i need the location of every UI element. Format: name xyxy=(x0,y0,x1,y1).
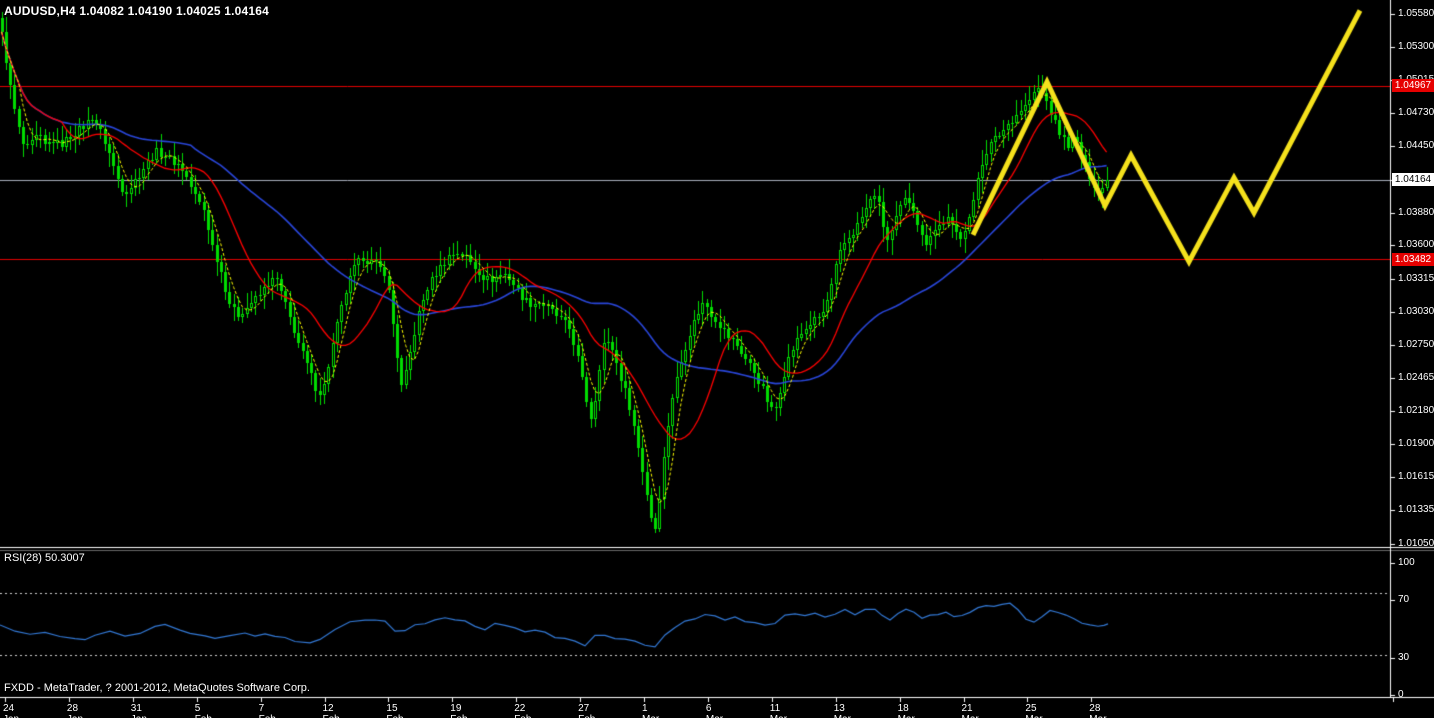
price-tick-label: 1.03030 xyxy=(1398,306,1434,318)
chart-title: AUDUSD,H4 1.04082 1.04190 1.04025 1.0416… xyxy=(4,4,270,18)
time-tick-label: 12 Feb 12:00 xyxy=(322,703,340,718)
price-tag-1.04164: 1.04164 xyxy=(1392,173,1434,186)
price-tick-label: 1.01050 xyxy=(1398,537,1434,549)
time-tick-label: 28 Mar 12:00 xyxy=(1089,703,1106,718)
price-tick-label: 1.04450 xyxy=(1398,140,1434,152)
price-tick-label: 1.05300 xyxy=(1398,40,1434,52)
price-tick-label: 1.02750 xyxy=(1398,338,1434,350)
price-tick-label: 1.05580 xyxy=(1398,8,1434,19)
time-tick-label: 15 Feb 04:00 xyxy=(386,703,403,718)
time-tick-label: 22 Feb 12:00 xyxy=(514,703,531,718)
rsi-tick-label: 30 xyxy=(1398,652,1410,663)
price-tag-1.04967: 1.04967 xyxy=(1392,79,1434,93)
price-tick-label: 1.01900 xyxy=(1398,438,1434,450)
time-tick-label: 28 Jan 20:00 xyxy=(66,703,83,718)
price-tag-1.03482: 1.03482 xyxy=(1392,252,1434,266)
time-tick-label: 18 Mar 12:00 xyxy=(897,703,915,718)
time-tick-label: 25 Mar 20:00 xyxy=(1025,703,1042,718)
time-tick-label: 27 Feb 04:00 xyxy=(578,703,595,718)
rsi-tick-label: 0 xyxy=(1398,689,1404,700)
price-tick-label: 1.02180 xyxy=(1398,405,1434,417)
footer-credit: FXDD - MetaTrader, ? 2001-2012, MetaQuot… xyxy=(4,682,310,694)
time-tick-label: 5 Feb 04:00 xyxy=(194,703,212,718)
price-tick-label: 1.03600 xyxy=(1398,239,1434,251)
time-tick-label: 24 Jan 2013 xyxy=(3,703,19,718)
price-chart-canvas[interactable] xyxy=(0,0,1434,718)
time-tick-label: 21 Mar 04:00 xyxy=(961,703,979,718)
rsi-tick-label: 70 xyxy=(1398,594,1410,605)
time-tick-label: 7 Feb 20:00 xyxy=(258,703,276,718)
price-tick-label: 1.04730 xyxy=(1398,107,1434,119)
time-tick-label: 6 Mar 12:00 xyxy=(705,703,723,718)
time-tick-label: 1 Mar 20:00 xyxy=(642,703,659,718)
price-tick-label: 1.01615 xyxy=(1398,471,1434,483)
price-tick-label: 1.01335 xyxy=(1398,504,1434,516)
price-tick-label: 1.03315 xyxy=(1398,272,1434,284)
mt4-chart-window: AUDUSD,H4 1.04082 1.04190 1.04025 1.0416… xyxy=(0,0,1434,718)
rsi-tick-label: 100 xyxy=(1398,557,1415,568)
time-tick-label: 19 Feb 20:00 xyxy=(450,703,467,718)
rsi-indicator-label: RSI(28) 50.3007 xyxy=(4,552,85,564)
time-tick-label: 11 Mar 04:00 xyxy=(769,703,787,718)
time-tick-label: 13 Mar 20:00 xyxy=(833,703,851,718)
time-tick-label: 31 Jan 12:00 xyxy=(130,703,147,718)
price-tick-label: 1.02465 xyxy=(1398,372,1434,384)
price-tick-label: 1.03880 xyxy=(1398,206,1434,218)
